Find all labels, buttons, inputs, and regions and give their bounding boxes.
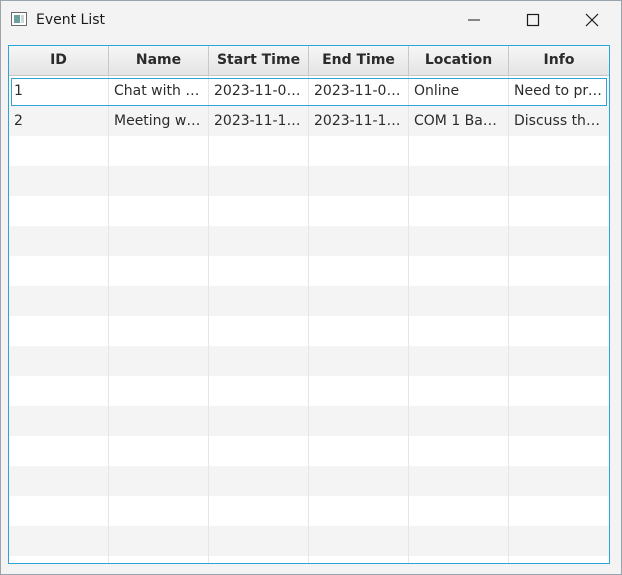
table-body: 1 Chat with Ti... 2023-11-09... 2023-11-… — [9, 76, 609, 563]
table-row[interactable]: 2 Meeting wit... 2023-11-10... 2023-11-1… — [9, 106, 609, 136]
empty-row — [9, 466, 609, 496]
event-list-window: Event List ID Name Start Time End Time L… — [0, 0, 622, 575]
title-bar[interactable]: Event List — [1, 1, 621, 39]
column-header-location[interactable]: Location — [409, 46, 509, 75]
app-window-icon — [11, 12, 27, 26]
cell-end-time: 2023-11-10... — [309, 106, 409, 136]
minimize-button[interactable] — [445, 1, 503, 39]
cell-id: 2 — [9, 106, 109, 136]
empty-row — [9, 286, 609, 316]
minimize-icon — [468, 19, 480, 21]
cell-id: 1 — [9, 76, 109, 106]
cell-start-time: 2023-11-10... — [209, 106, 309, 136]
column-header-start-time[interactable]: Start Time — [209, 46, 309, 75]
column-header-id[interactable]: ID — [9, 46, 109, 75]
empty-row — [9, 496, 609, 526]
empty-row — [9, 166, 609, 196]
maximize-button[interactable] — [504, 1, 562, 39]
close-button[interactable] — [563, 1, 621, 39]
column-header-name[interactable]: Name — [109, 46, 209, 75]
cell-location: Online — [409, 76, 509, 106]
cell-start-time: 2023-11-09... — [209, 76, 309, 106]
cell-location: COM 1 Bas... — [409, 106, 509, 136]
empty-row — [9, 436, 609, 466]
maximize-icon — [526, 13, 540, 27]
cell-info: Discuss the ... — [514, 113, 609, 129]
table-header: ID Name Start Time End Time Location Inf… — [9, 46, 609, 76]
cell-end-time: 2023-11-09... — [309, 76, 409, 106]
event-table[interactable]: ID Name Start Time End Time Location Inf… — [8, 45, 610, 564]
empty-row — [9, 226, 609, 256]
table-row[interactable]: 1 Chat with Ti... 2023-11-09... 2023-11-… — [9, 76, 609, 106]
empty-row — [9, 196, 609, 226]
window-title: Event List — [36, 12, 106, 28]
empty-row — [9, 346, 609, 376]
empty-row — [9, 136, 609, 166]
empty-row — [9, 556, 609, 563]
column-header-info[interactable]: Info — [509, 46, 609, 75]
column-header-end-time[interactable]: End Time — [309, 46, 409, 75]
close-icon — [585, 13, 599, 27]
cell-name: Chat with Ti... — [109, 76, 209, 106]
cell-name: Meeting wit... — [109, 106, 209, 136]
empty-row — [9, 406, 609, 436]
empty-row — [9, 316, 609, 346]
cell-info: Need to pre... — [514, 83, 609, 99]
empty-row — [9, 376, 609, 406]
empty-row — [9, 256, 609, 286]
empty-row — [9, 526, 609, 556]
